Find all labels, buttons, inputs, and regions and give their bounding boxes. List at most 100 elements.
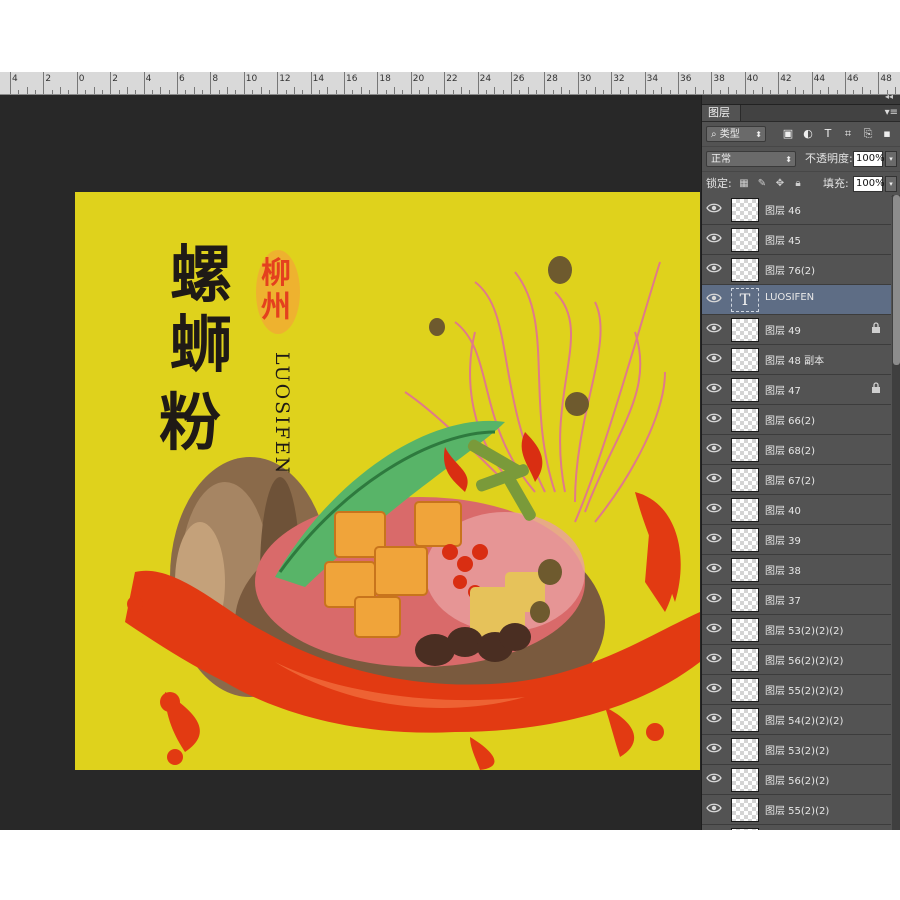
layer-row[interactable]: 图层 37 (702, 585, 891, 615)
visibility-eye-icon[interactable] (706, 322, 722, 336)
layer-thumbnail[interactable] (731, 258, 759, 282)
visibility-eye-icon[interactable] (706, 742, 722, 756)
visibility-eye-icon[interactable] (706, 652, 722, 666)
layer-name[interactable]: 图层 46 (765, 202, 801, 217)
visibility-eye-icon[interactable] (706, 802, 722, 816)
visibility-eye-icon[interactable] (706, 442, 722, 456)
layer-row[interactable]: 图层 55(2)(2)(2) (702, 675, 891, 705)
layer-thumbnail[interactable] (731, 738, 759, 762)
filter-kind-dropdown[interactable]: ⌕ 类型 ⬍ (706, 126, 766, 142)
layer-name[interactable]: 图层 49 (765, 322, 801, 337)
layer-thumbnail[interactable] (731, 588, 759, 612)
layer-list-scrollbar[interactable] (892, 195, 900, 830)
layer-name[interactable]: 图层 56(2)(2)(2) (765, 652, 843, 667)
layer-name[interactable]: 图层 45 (765, 232, 801, 247)
visibility-eye-icon[interactable] (706, 412, 722, 426)
layer-row[interactable]: 图层 56(2)(2)(2) (702, 645, 891, 675)
layer-thumbnail[interactable] (731, 498, 759, 522)
visibility-eye-icon[interactable] (706, 592, 722, 606)
layer-thumbnail[interactable] (731, 318, 759, 342)
layer-name[interactable]: 图层 38 (765, 562, 801, 577)
layer-thumbnail[interactable] (731, 348, 759, 372)
layer-row[interactable]: 图层 39 (702, 525, 891, 555)
visibility-eye-icon[interactable] (706, 532, 722, 546)
lock-transparent-icon[interactable]: ▦ (738, 177, 750, 191)
visibility-eye-icon[interactable] (706, 682, 722, 696)
layer-name[interactable]: 图层 66(2) (765, 412, 815, 427)
text-filter-icon[interactable]: T (822, 127, 834, 140)
layer-thumbnail[interactable] (731, 768, 759, 792)
layer-row[interactable]: 图层 38 (702, 555, 891, 585)
layer-name[interactable]: 图层 54(2)(2)(2) (765, 712, 843, 727)
layer-thumbnail[interactable] (731, 408, 759, 432)
artboard-canvas[interactable]: 螺 蛳 粉 柳 州 LUOSIFEN (75, 192, 700, 770)
scrollbar-thumb[interactable] (893, 195, 900, 365)
layer-thumbnail[interactable] (731, 648, 759, 672)
layer-thumbnail[interactable] (731, 468, 759, 492)
visibility-eye-icon[interactable] (706, 352, 722, 366)
layer-row[interactable]: 图层 54(2)(2)(2) (702, 705, 891, 735)
layer-name[interactable]: 图层 53(2)(2)(2) (765, 622, 843, 637)
layer-thumbnail[interactable] (731, 438, 759, 462)
layer-row[interactable]: 图层 67(2) (702, 465, 891, 495)
layer-row[interactable]: 图层 66(2) (702, 405, 891, 435)
layer-row[interactable]: 图层 76(2) (702, 255, 891, 285)
visibility-eye-icon[interactable] (706, 502, 722, 516)
fill-dropdown-button[interactable]: ▾ (885, 176, 897, 192)
layer-thumbnail[interactable] (731, 198, 759, 222)
panel-collapse-bar[interactable]: ◂◂ (702, 92, 900, 105)
layer-row[interactable] (702, 825, 891, 830)
layer-name[interactable]: 图层 47 (765, 382, 801, 397)
panel-menu-icon[interactable]: ▾≡ (885, 105, 898, 121)
tab-layers[interactable]: 图层 (702, 105, 741, 121)
layer-row[interactable]: 图层 68(2) (702, 435, 891, 465)
visibility-eye-icon[interactable] (706, 562, 722, 576)
layer-row[interactable]: 图层 46 (702, 195, 891, 225)
shape-filter-icon[interactable]: ⌗ (842, 127, 854, 140)
layer-name[interactable]: 图层 37 (765, 592, 801, 607)
opacity-input[interactable]: 100% (853, 151, 885, 167)
visibility-eye-icon[interactable] (706, 712, 722, 726)
smart-object-filter-icon[interactable]: ⎘ (862, 127, 874, 140)
filter-toggle-icon[interactable]: ▪ (882, 127, 892, 140)
layer-thumbnail[interactable] (731, 618, 759, 642)
layer-row[interactable]: 图层 53(2)(2)(2) (702, 615, 891, 645)
layer-name[interactable]: 图层 76(2) (765, 262, 815, 277)
visibility-eye-icon[interactable] (706, 232, 722, 246)
visibility-eye-icon[interactable] (706, 292, 722, 306)
lock-position-icon[interactable]: ✥ (774, 177, 786, 191)
layer-name[interactable]: 图层 68(2) (765, 442, 815, 457)
opacity-dropdown-button[interactable]: ▾ (885, 151, 897, 167)
layer-row[interactable]: 图层 55(2)(2) (702, 795, 891, 825)
blend-mode-dropdown[interactable]: 正常 ⬍ (706, 151, 796, 167)
layer-name[interactable]: 图层 40 (765, 502, 801, 517)
text-layer-thumbnail[interactable]: T (731, 288, 759, 312)
visibility-eye-icon[interactable] (706, 202, 722, 216)
layer-row[interactable]: 图层 56(2)(2) (702, 765, 891, 795)
layer-name[interactable]: 图层 55(2)(2) (765, 802, 829, 817)
fill-input[interactable]: 100% (853, 176, 885, 192)
layer-row[interactable]: 图层 45 (702, 225, 891, 255)
layer-name[interactable]: 图层 39 (765, 532, 801, 547)
visibility-eye-icon[interactable] (706, 622, 722, 636)
layer-name[interactable]: 图层 48 副本 (765, 352, 824, 367)
luosifen-latin-text[interactable]: LUOSIFEN (271, 352, 293, 475)
layer-row[interactable]: 图层 48 副本 (702, 345, 891, 375)
visibility-eye-icon[interactable] (706, 772, 722, 786)
collapse-icon[interactable]: ◂◂ (885, 92, 893, 101)
layer-thumbnail[interactable] (731, 558, 759, 582)
layer-thumbnail[interactable] (731, 228, 759, 252)
layer-thumbnail[interactable] (731, 528, 759, 552)
layer-name[interactable]: 图层 56(2)(2) (765, 772, 829, 787)
layer-row[interactable]: 图层 40 (702, 495, 891, 525)
layer-name[interactable]: LUOSIFEN (765, 292, 814, 303)
layer-thumbnail[interactable] (731, 678, 759, 702)
canvas-workspace[interactable]: 螺 蛳 粉 柳 州 LUOSIFEN (0, 95, 700, 830)
image-filter-icon[interactable]: ▣ (782, 127, 794, 140)
lock-all-icon[interactable]: 🔒︎ (792, 177, 804, 191)
layer-thumbnail[interactable] (731, 708, 759, 732)
layer-name[interactable]: 图层 55(2)(2)(2) (765, 682, 843, 697)
layer-thumbnail[interactable] (731, 798, 759, 822)
layer-row[interactable]: 图层 53(2)(2) (702, 735, 891, 765)
visibility-eye-icon[interactable] (706, 382, 722, 396)
